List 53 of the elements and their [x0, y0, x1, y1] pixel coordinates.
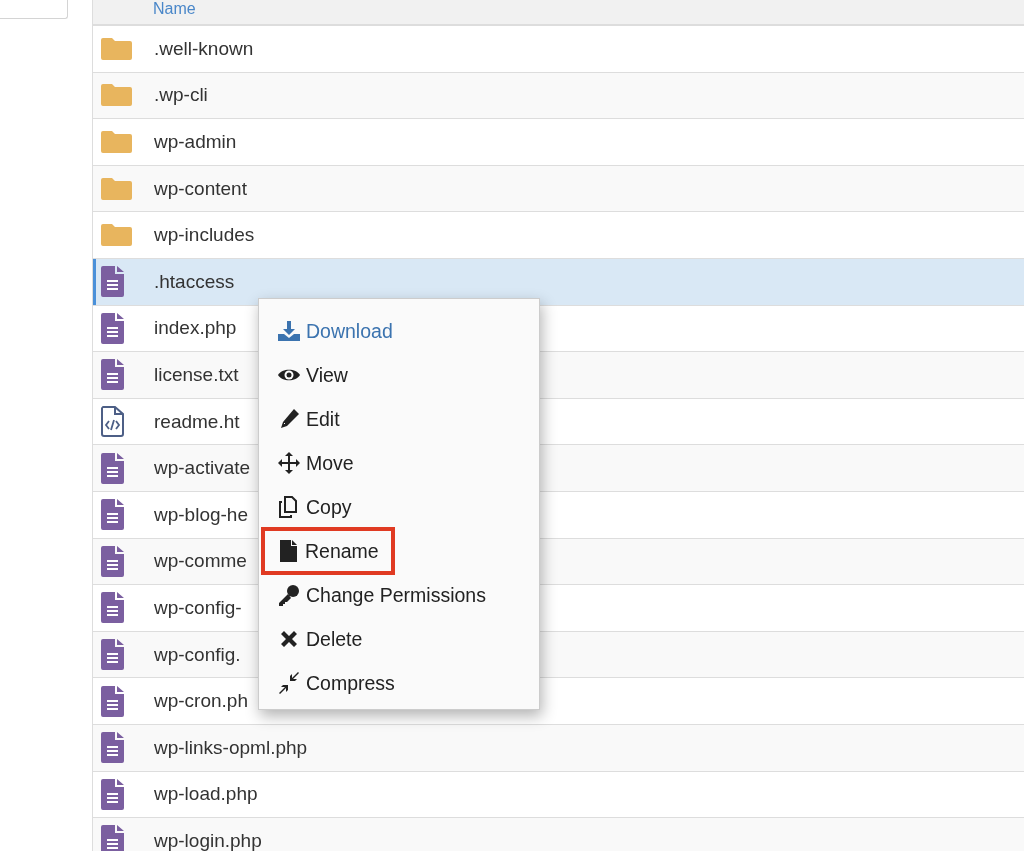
- file-name: readme.ht: [154, 410, 240, 433]
- file-name: wp-links-opml.php: [154, 736, 308, 759]
- menu-item[interactable]: Edit: [261, 397, 356, 441]
- document-icon: [101, 266, 124, 298]
- file-name: wp-comme: [154, 550, 247, 573]
- file-name: wp-config.: [154, 643, 241, 666]
- file-icon: [277, 540, 299, 562]
- document-icon: [101, 732, 124, 764]
- document-icon: [101, 592, 124, 624]
- file-row[interactable]: .htaccess: [93, 258, 1024, 306]
- move-icon: [278, 452, 300, 474]
- pencil-icon: [278, 408, 300, 430]
- file-row[interactable]: wp-content: [93, 165, 1024, 213]
- folder-icon: [101, 224, 132, 247]
- code-file-icon: [101, 406, 124, 438]
- document-icon: [101, 359, 124, 391]
- document-icon: [101, 685, 124, 717]
- side-panel: [0, 0, 68, 19]
- file-name: wp-content: [154, 177, 247, 200]
- document-icon: [101, 452, 124, 484]
- compress-icon: [278, 672, 300, 694]
- document-icon: [101, 825, 124, 851]
- file-name: wp-cron.ph: [154, 690, 248, 713]
- file-name: .htaccess: [154, 270, 235, 293]
- file-name: index.php: [154, 317, 237, 340]
- menu-item[interactable]: Download: [261, 309, 409, 353]
- file-name: .well-known: [154, 37, 254, 60]
- document-icon: [101, 312, 124, 344]
- folder-icon: [101, 177, 132, 200]
- key-icon: [278, 584, 300, 606]
- file-name: wp-admin: [154, 131, 237, 153]
- file-name: license.txt: [154, 363, 239, 386]
- file-name: wp-config-: [154, 596, 242, 619]
- document-icon: [101, 778, 124, 810]
- document-icon: [101, 545, 124, 577]
- document-icon: [101, 499, 124, 531]
- folder-icon: [101, 37, 132, 60]
- download-icon: [278, 320, 300, 342]
- file-name: wp-includes: [154, 224, 255, 247]
- menu-item[interactable]: View: [261, 353, 364, 397]
- document-icon: [101, 639, 124, 670]
- file-row[interactable]: wp-links-opml.php: [93, 724, 1024, 772]
- folder-icon: [101, 84, 132, 107]
- file-row[interactable]: wp-login.php: [93, 818, 1024, 851]
- folder-icon: [101, 131, 132, 153]
- file-name: .wp-cli: [154, 84, 208, 107]
- file-name: wp-activate: [154, 457, 251, 480]
- file-row[interactable]: .wp-cli: [93, 72, 1024, 120]
- file-name: wp-blog-he: [154, 503, 248, 526]
- file-name: wp-load.php: [154, 783, 258, 806]
- file-name: wp-login.php: [154, 829, 262, 851]
- menu-item[interactable]: Rename: [261, 527, 395, 575]
- copy-icon: [278, 496, 300, 518]
